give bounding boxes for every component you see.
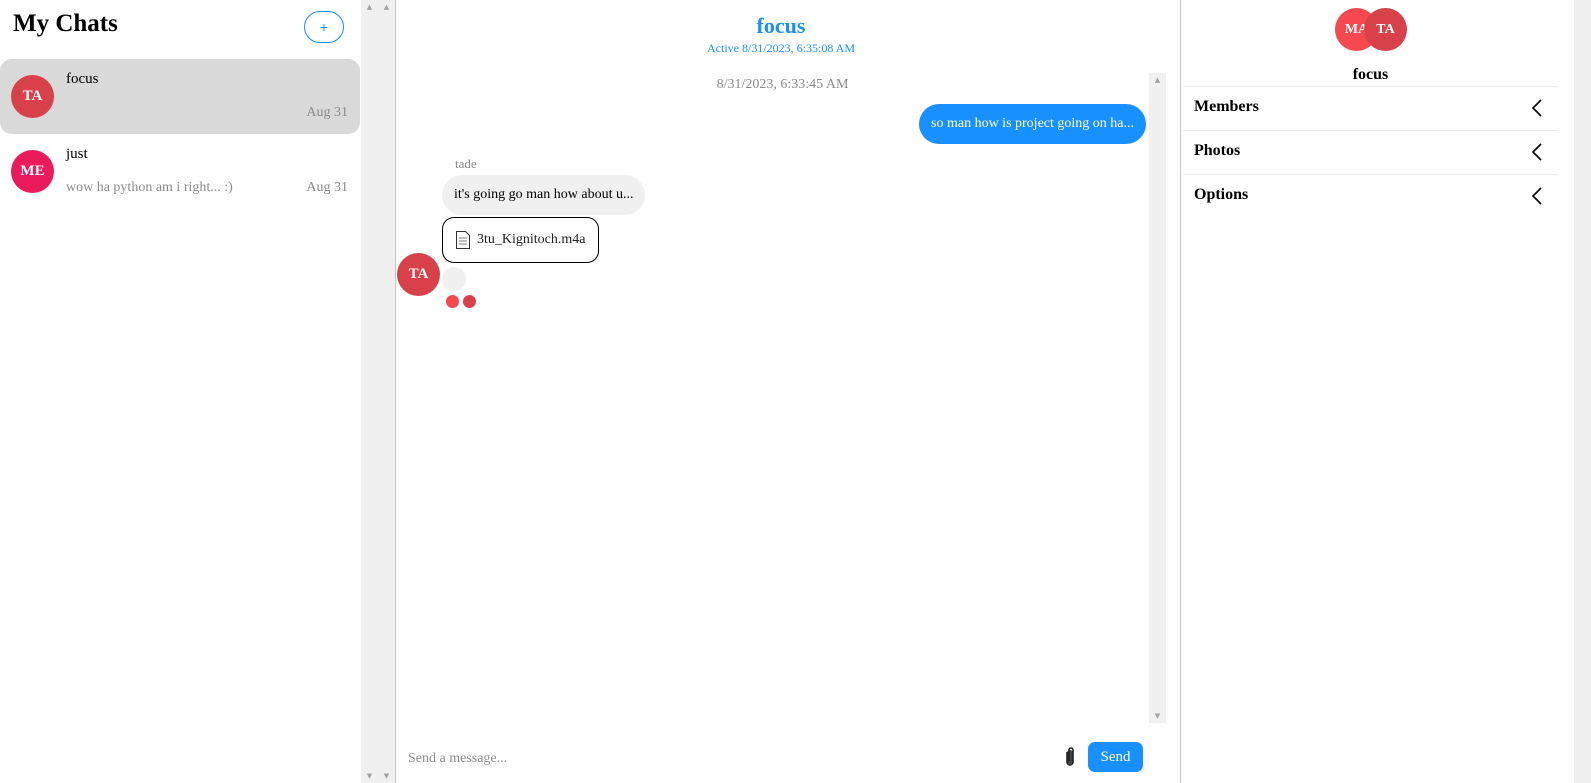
message-input[interactable] (406, 746, 1050, 772)
chat-card-focus[interactable]: TA focus Aug 31 (0, 59, 360, 134)
scroll-down-arrow-icon[interactable]: ▼ (378, 769, 395, 783)
incoming-message-bubble[interactable]: it's going go man how about u... (442, 175, 646, 215)
avatar: ME (11, 150, 54, 193)
avatar: TA (11, 75, 54, 118)
chat-card-date: Aug 31 (306, 105, 348, 120)
chat-list-scrollbar[interactable]: ▲ ▼ (361, 0, 378, 783)
attachment-bubble[interactable]: 3tu_Kignitoch.m4a (442, 217, 599, 263)
chat-feed-panel: focus Active 8/31/2023, 6:35:08 AM 8/31/… (395, 0, 1181, 783)
scroll-down-arrow-icon[interactable]: ▼ (361, 769, 378, 783)
outgoing-message-bubble[interactable]: so man how is project going on ha... (919, 104, 1146, 144)
section-label: Options (1194, 186, 1249, 203)
photos-section[interactable]: Photos (1183, 130, 1558, 174)
scroll-down-arrow-icon[interactable]: ▼ (1149, 709, 1166, 723)
send-button[interactable]: Send (1088, 742, 1143, 772)
chat-panel-outer-scrollbar[interactable]: ▲ ▼ (378, 0, 395, 783)
chat-card-preview: wow ha python am i right... :) (66, 180, 233, 195)
avatar: TA (397, 253, 440, 296)
paperclip-icon[interactable] (1063, 746, 1077, 768)
section-label: Photos (1194, 142, 1241, 159)
scroll-up-arrow-icon[interactable]: ▲ (378, 0, 395, 14)
message-list-scrollbar[interactable]: ▲ ▼ (1149, 73, 1166, 723)
chat-active-status: Active 8/31/2023, 6:35:08 AM (707, 41, 855, 55)
details-chat-name: focus (1352, 66, 1389, 83)
typing-indicator (442, 267, 466, 291)
chevron-left-icon[interactable] (1530, 186, 1544, 206)
chat-card-just[interactable]: ME just wow ha python am i right... :) A… (0, 134, 360, 209)
message-composer: Send (396, 738, 1166, 783)
chat-list-title: My Chats (13, 10, 118, 37)
chevron-left-icon[interactable] (1530, 142, 1544, 162)
chat-card-name: focus (66, 71, 99, 87)
chat-card-date: Aug 31 (306, 180, 348, 195)
message-list[interactable]: 8/31/2023, 6:33:45 AM so man how is proj… (396, 73, 1149, 723)
chat-card-name: just (66, 146, 88, 162)
read-receipt-avatar (446, 295, 459, 308)
chevron-left-icon[interactable] (1530, 98, 1544, 118)
section-label: Members (1194, 98, 1259, 115)
chat-details-panel: MA TA focus Members Photos Options (1183, 0, 1574, 783)
attachment-filename: 3tu_Kignitoch.m4a (477, 232, 586, 247)
page-scrollbar[interactable] (1574, 0, 1591, 783)
message-timestamp: 8/31/2023, 6:33:45 AM (716, 77, 849, 92)
chat-title: focus (756, 13, 806, 38)
options-section[interactable]: Options (1183, 174, 1558, 218)
message-sender-name: tade (455, 156, 477, 171)
scroll-up-arrow-icon[interactable]: ▲ (361, 0, 378, 14)
read-receipt-avatar (463, 295, 476, 308)
new-chat-button[interactable]: + (304, 11, 344, 43)
avatar: TA (1364, 8, 1407, 51)
scroll-up-arrow-icon[interactable]: ▲ (1149, 73, 1166, 87)
chat-list-panel: My Chats + TA focus Aug 31 ME just wow h… (0, 0, 360, 783)
members-section[interactable]: Members (1183, 86, 1558, 130)
file-icon (456, 231, 470, 249)
